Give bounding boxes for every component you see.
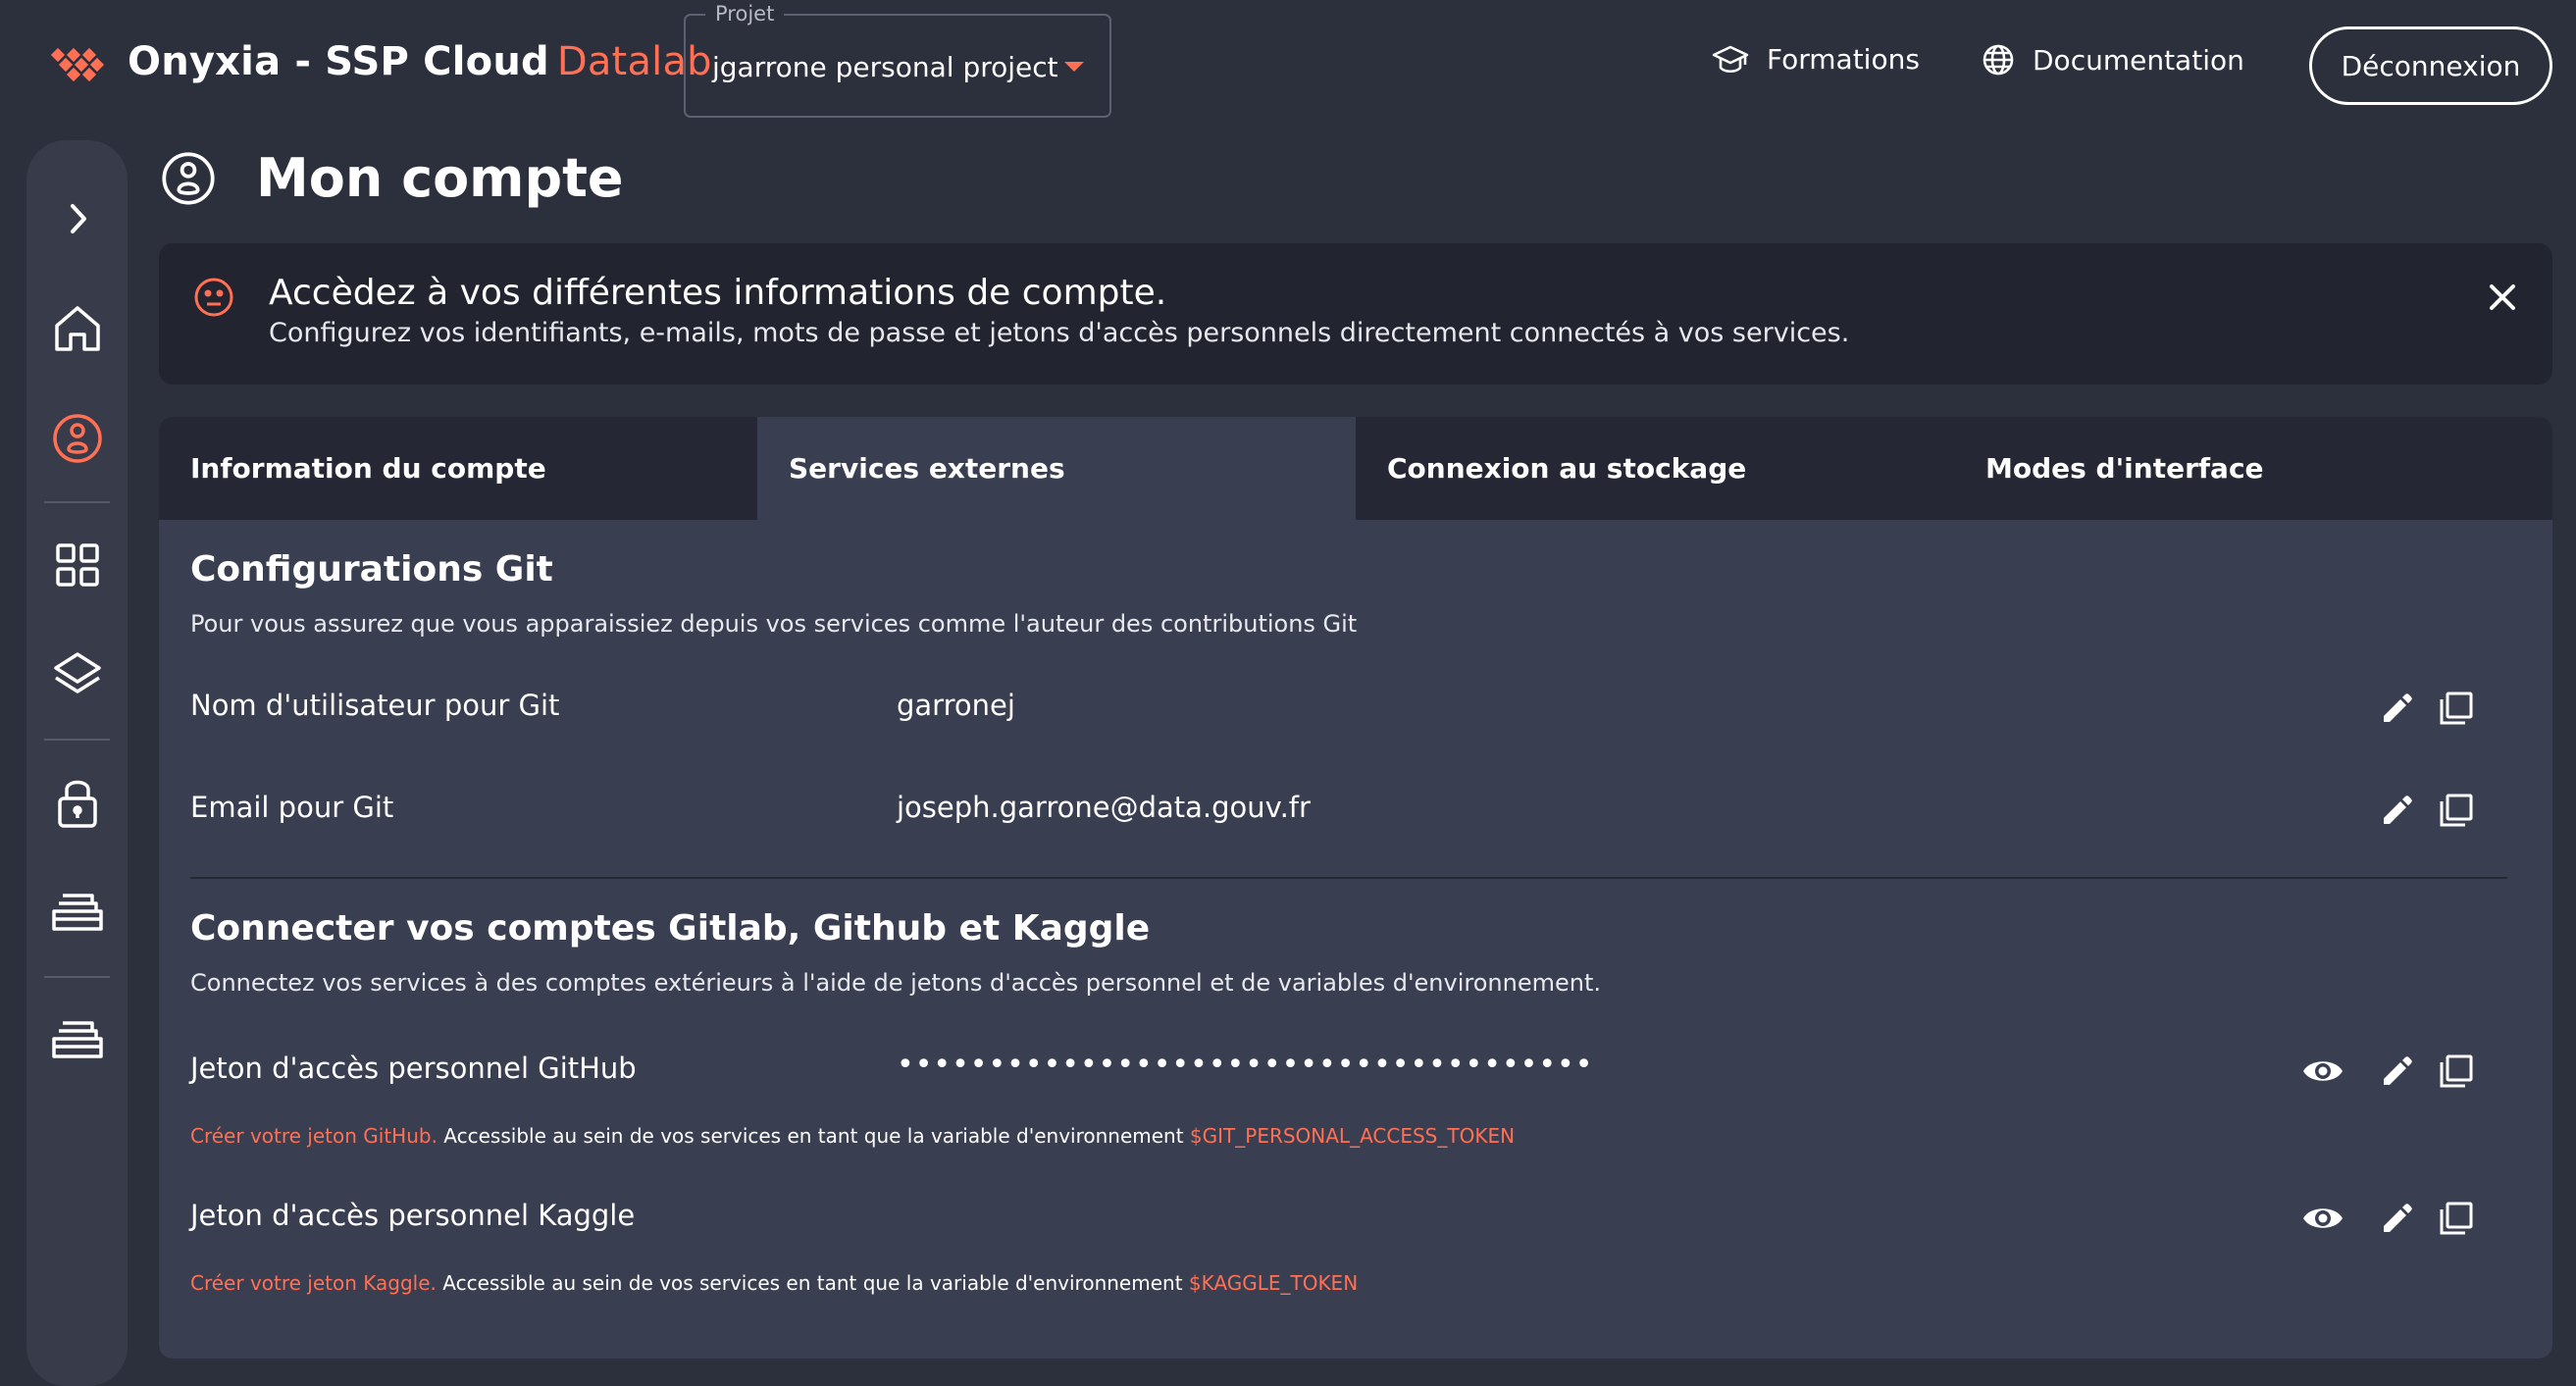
pencil-icon	[2384, 693, 2412, 722]
data-tray-icon	[51, 894, 103, 931]
copy-git-username-button[interactable]	[2427, 679, 2486, 738]
copy-github-token-button[interactable]	[2427, 1042, 2486, 1101]
sidebar-item-home[interactable]	[26, 294, 128, 363]
git-username-value: garronej	[897, 689, 1015, 722]
lock-icon	[57, 780, 97, 828]
git-email-value: joseph.garrone@data.gouv.fr	[897, 791, 1311, 824]
banner-subtitle: Configurez vos identifiants, e-mails, mo…	[269, 318, 1850, 348]
sidebar-expand-button[interactable]	[26, 184, 128, 253]
kaggle-token-label: Jeton d'accès personnel Kaggle	[190, 1199, 636, 1232]
sidebar-divider	[44, 976, 110, 978]
home-icon	[54, 306, 100, 351]
copy-icon	[2440, 794, 2473, 827]
tokens-section-title: Connecter vos comptes Gitlab, Github et …	[190, 908, 1151, 949]
sidebar-item-storage[interactable]	[26, 1005, 128, 1074]
external-services-panel: Configurations Git Pour vous assurez que…	[159, 520, 2552, 1359]
kaggle-token-help: Créer votre jeton Kaggle. Accessible au …	[190, 1271, 1358, 1295]
brand-title[interactable]: Onyxia - SSP Cloud Datalab	[128, 39, 712, 84]
brand-name: Onyxia - SSP Cloud	[128, 39, 549, 84]
copy-git-email-button[interactable]	[2427, 781, 2486, 840]
sidebar-divider	[44, 501, 110, 503]
top-bar: Onyxia - SSP Cloud Datalab Projet jgarron…	[0, 0, 2576, 132]
tab-storage-connection[interactable]: Connexion au stockage	[1356, 417, 1954, 520]
edit-git-email-button[interactable]	[2368, 781, 2427, 840]
edit-git-username-button[interactable]	[2368, 679, 2427, 738]
github-token-value: ••••••••••••••••••••••••••••••••••••••	[897, 1048, 1594, 1082]
create-github-token-link[interactable]: Créer votre jeton GitHub.	[190, 1124, 438, 1148]
sidebar-item-account[interactable]	[26, 404, 128, 473]
page-title: Mon compte	[256, 147, 624, 209]
logout-button[interactable]: Déconnexion	[2309, 26, 2552, 105]
git-section-description: Pour vous assurez que vous apparaissiez …	[190, 610, 1358, 638]
tokens-section-description: Connectez vos services à des comptes ext…	[190, 969, 1601, 997]
smiley-icon	[194, 278, 233, 317]
github-token-help-text: Accessible au sein de vos services en ta…	[437, 1124, 1190, 1148]
create-kaggle-token-link[interactable]: Créer votre jeton Kaggle.	[190, 1271, 437, 1295]
close-icon[interactable]	[2488, 282, 2517, 312]
eye-icon	[2303, 1061, 2343, 1081]
formations-label: Formations	[1767, 43, 1920, 76]
tab-account-info[interactable]: Information du compte	[159, 417, 757, 520]
onyxia-logo-icon[interactable]	[47, 46, 108, 83]
banner-title: Accèdez à vos différentes informations d…	[269, 273, 1167, 313]
storage-tray-icon	[51, 1021, 103, 1058]
catalog-grid-icon	[55, 543, 99, 587]
info-banner: Accèdez à vos différentes informations d…	[159, 243, 2552, 385]
account-icon	[52, 414, 102, 463]
git-email-label: Email pour Git	[190, 791, 394, 824]
show-github-token-button[interactable]	[2293, 1042, 2352, 1101]
left-sidebar	[26, 140, 128, 1386]
git-username-label: Nom d'utilisateur pour Git	[190, 689, 560, 722]
caret-down-icon	[1064, 62, 1084, 72]
layers-icon	[53, 652, 101, 693]
pencil-icon	[2384, 796, 2412, 824]
tab-external-services[interactable]: Services externes	[757, 417, 1356, 520]
account-icon	[162, 151, 215, 205]
github-token-actions	[2293, 1042, 2486, 1101]
pencil-icon	[2384, 1204, 2412, 1232]
git-section-title: Configurations Git	[190, 549, 553, 590]
sidebar-item-catalog[interactable]	[26, 531, 128, 599]
documentation-link[interactable]: Documentation	[1982, 43, 2244, 77]
sidebar-item-data[interactable]	[26, 878, 128, 947]
github-token-env-var: $GIT_PERSONAL_ACCESS_TOKEN	[1189, 1124, 1516, 1148]
chevron-right-icon	[70, 204, 86, 233]
kaggle-token-env-var: $KAGGLE_TOKEN	[1188, 1271, 1359, 1295]
copy-icon	[2440, 1202, 2473, 1235]
git-email-actions	[2368, 781, 2486, 840]
copy-kaggle-token-button[interactable]	[2427, 1189, 2486, 1248]
github-token-label: Jeton d'accès personnel GitHub	[190, 1052, 637, 1085]
globe-icon	[1983, 44, 2014, 76]
project-select-label: Projet	[705, 2, 785, 26]
tab-interface-modes[interactable]: Modes d'interface	[1954, 417, 2552, 520]
kaggle-token-help-text: Accessible au sein de vos services en ta…	[436, 1271, 1189, 1295]
edit-github-token-button[interactable]	[2368, 1042, 2427, 1101]
pencil-icon	[2384, 1056, 2412, 1085]
project-select-value: jgarrone personal project	[712, 51, 1058, 83]
edit-kaggle-token-button[interactable]	[2368, 1189, 2427, 1248]
page-header: Mon compte	[160, 147, 624, 209]
graduation-cap-icon	[1712, 45, 1749, 73]
sidebar-item-secrets[interactable]	[26, 768, 128, 837]
github-token-help: Créer votre jeton GitHub. Accessible au …	[190, 1124, 1515, 1148]
sidebar-item-my-services[interactable]	[26, 641, 128, 709]
git-username-actions	[2368, 679, 2486, 738]
kaggle-token-actions	[2293, 1189, 2486, 1248]
formations-link[interactable]: Formations	[1712, 43, 1920, 76]
show-kaggle-token-button[interactable]	[2293, 1189, 2352, 1248]
section-divider	[190, 877, 2507, 879]
documentation-label: Documentation	[2033, 43, 2244, 77]
account-tabs: Information du compte Services externes …	[159, 417, 2552, 520]
sidebar-divider	[44, 739, 110, 741]
copy-icon	[2440, 1054, 2473, 1088]
copy-icon	[2440, 692, 2473, 725]
eye-icon	[2303, 1208, 2343, 1228]
project-select[interactable]: Projet jgarrone personal project	[684, 2, 1111, 118]
